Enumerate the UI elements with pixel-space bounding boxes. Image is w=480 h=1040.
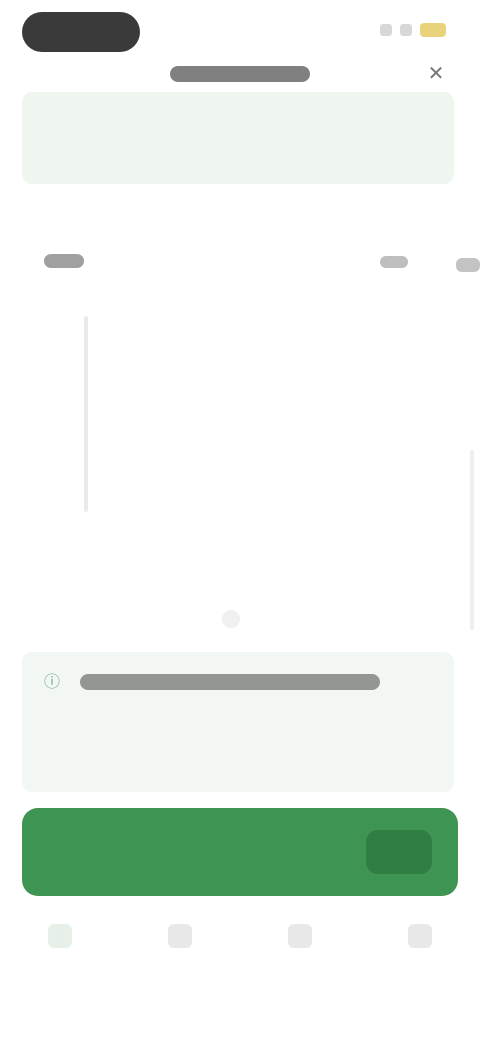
nav-bar: ✕ xyxy=(0,56,480,92)
tab-profile[interactable] xyxy=(380,910,460,1000)
timeline-track-right xyxy=(470,450,474,630)
status-icons xyxy=(380,18,446,42)
wifi-icon xyxy=(400,24,412,36)
info-icon: ⓘ xyxy=(44,674,61,691)
timeline-marker[interactable] xyxy=(222,610,240,628)
tab-bar xyxy=(0,910,480,1010)
dynamic-island xyxy=(22,12,140,52)
chat-icon xyxy=(288,924,312,948)
profile-icon xyxy=(408,924,432,948)
page-title xyxy=(170,66,310,82)
info-card: ⓘ xyxy=(22,652,454,792)
timeline-track xyxy=(84,316,88,512)
tab-chat[interactable] xyxy=(260,910,340,1000)
info-banner xyxy=(22,92,454,184)
tab-list[interactable] xyxy=(140,910,220,1000)
info-card-title xyxy=(80,674,380,690)
timeline-edge-label xyxy=(456,258,480,272)
status-bar xyxy=(0,0,480,60)
signal-icon xyxy=(380,24,392,36)
battery-icon xyxy=(420,23,446,37)
list-icon xyxy=(168,924,192,948)
home-icon xyxy=(48,924,72,948)
primary-action-button[interactable] xyxy=(22,808,458,896)
timeline-end-label xyxy=(380,256,408,268)
timeline-start-label xyxy=(44,254,84,268)
button-accent xyxy=(366,830,432,874)
close-icon[interactable]: ✕ xyxy=(422,60,450,88)
timeline xyxy=(0,230,480,640)
tab-home[interactable] xyxy=(20,910,100,1000)
